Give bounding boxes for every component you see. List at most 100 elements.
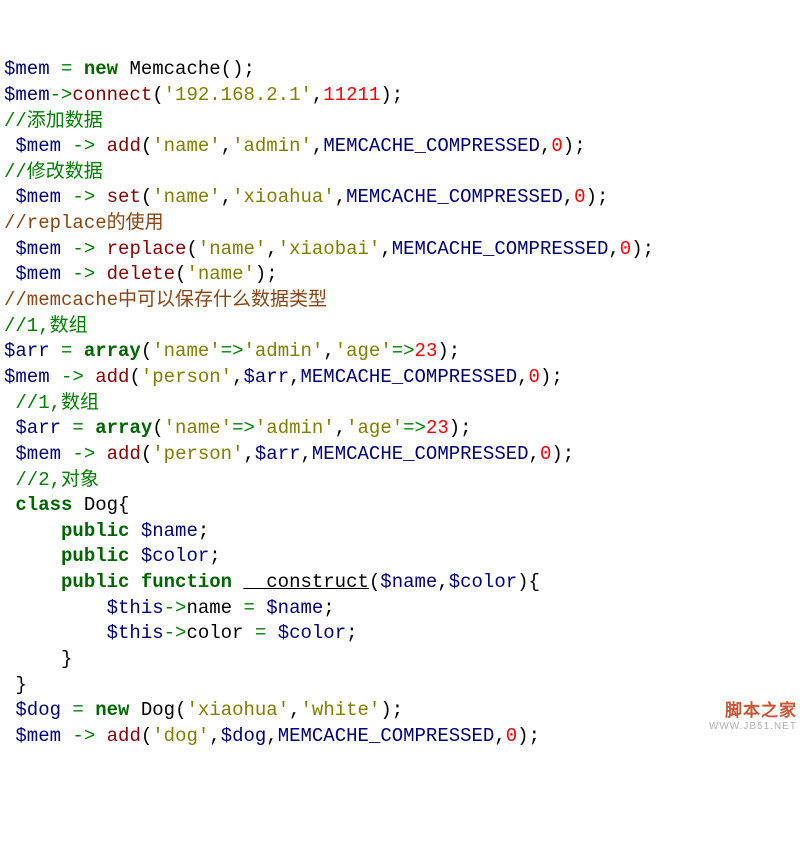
- string: 'name': [186, 263, 254, 285]
- comma: ,: [312, 135, 323, 157]
- paren: ): [437, 340, 448, 362]
- brace: {: [118, 494, 129, 516]
- comma: ,: [232, 366, 243, 388]
- comment: //2,对象: [15, 469, 99, 491]
- code-line: $mem -> set('name','xioahua',MEMCACHE_CO…: [4, 186, 608, 208]
- paren: (: [175, 263, 186, 285]
- code-block: $mem = new Memcache(); $mem->connect('19…: [4, 57, 803, 749]
- string: 'person': [152, 443, 243, 465]
- comma: ,: [289, 699, 300, 721]
- number: 23: [415, 340, 438, 362]
- semicolon: ;: [198, 520, 209, 542]
- arrow-op: ->: [72, 135, 95, 157]
- variable: $mem: [4, 84, 50, 106]
- semicolon: ;: [209, 545, 220, 567]
- paren: ): [551, 443, 562, 465]
- string: 'admin': [243, 340, 323, 362]
- code-line: $dog = new Dog('xiaohua','white');: [4, 699, 403, 721]
- number: 0: [506, 725, 517, 747]
- keyword: public: [61, 545, 129, 567]
- constant: MEMCACHE_COMPRESSED: [312, 443, 529, 465]
- string: 'name': [152, 135, 220, 157]
- paren: (: [221, 58, 232, 80]
- class-name: Dog: [84, 494, 118, 516]
- keyword: new: [95, 699, 129, 721]
- comma: ,: [529, 443, 540, 465]
- variable: $arr: [243, 366, 289, 388]
- semicolon: ;: [460, 417, 471, 439]
- number: 23: [426, 417, 449, 439]
- brace: {: [529, 571, 540, 593]
- code-line: $mem -> replace('name','xiaobai',MEMCACH…: [4, 238, 654, 260]
- semicolon: ;: [392, 699, 403, 721]
- paren: (: [141, 340, 152, 362]
- variable: $name: [380, 571, 437, 593]
- code-line: //添加数据: [4, 110, 103, 132]
- method: add: [95, 366, 129, 388]
- paren: ): [517, 725, 528, 747]
- comma: ,: [266, 725, 277, 747]
- semicolon: ;: [563, 443, 574, 465]
- paren: ): [380, 84, 391, 106]
- comma: ,: [266, 238, 277, 260]
- code-line: $arr = array('name'=>'admin','age'=>23);: [4, 340, 460, 362]
- semicolon: ;: [551, 366, 562, 388]
- variable: $dog: [221, 725, 267, 747]
- comma: ,: [312, 84, 323, 106]
- string: '192.168.2.1': [164, 84, 312, 106]
- variable: $mem: [15, 725, 61, 747]
- code-line: $this->name = $name;: [4, 597, 335, 619]
- brace: }: [15, 674, 26, 696]
- method: delete: [107, 263, 175, 285]
- method: add: [107, 443, 141, 465]
- watermark: 脚本之家WWW.JB51.NET: [709, 702, 797, 732]
- keyword: function: [141, 571, 232, 593]
- variable: $mem: [15, 443, 61, 465]
- variable: $mem: [15, 238, 61, 260]
- paren: ): [563, 135, 574, 157]
- variable: $arr: [4, 340, 50, 362]
- variable: $arr: [255, 443, 301, 465]
- code-line: $mem -> add('dog',$dog,MEMCACHE_COMPRESS…: [4, 725, 540, 747]
- semicolon: ;: [392, 84, 403, 106]
- string: 'white': [301, 699, 381, 721]
- code-line: //2,对象: [4, 469, 99, 491]
- semicolon: ;: [323, 597, 334, 619]
- comma: ,: [335, 186, 346, 208]
- watermark-title: 脚本之家: [709, 702, 797, 721]
- constant: MEMCACHE_COMPRESSED: [301, 366, 518, 388]
- number: 0: [574, 186, 585, 208]
- semicolon: ;: [266, 263, 277, 285]
- comma: ,: [494, 725, 505, 747]
- arrow-op: ->: [72, 725, 95, 747]
- arrow-op: =>: [403, 417, 426, 439]
- string: 'name': [164, 417, 232, 439]
- paren: ): [232, 58, 243, 80]
- arrow-op: ->: [72, 443, 95, 465]
- paren: (: [152, 417, 163, 439]
- arrow-op: =>: [392, 340, 415, 362]
- variable: $this: [107, 622, 164, 644]
- semicolon: ;: [529, 725, 540, 747]
- string: 'dog': [152, 725, 209, 747]
- string: 'name': [198, 238, 266, 260]
- paren: ): [540, 366, 551, 388]
- comma: ,: [301, 443, 312, 465]
- code-line: class Dog{: [4, 494, 129, 516]
- semicolon: ;: [449, 340, 460, 362]
- code-line: //1,数组: [4, 315, 88, 337]
- paren: (: [141, 443, 152, 465]
- keyword: class: [15, 494, 72, 516]
- paren: (: [186, 238, 197, 260]
- method: connect: [72, 84, 152, 106]
- variable: $color: [141, 545, 209, 567]
- paren: (: [141, 186, 152, 208]
- constant: MEMCACHE_COMPRESSED: [392, 238, 609, 260]
- comment: //1,数组: [15, 392, 99, 414]
- comma: ,: [517, 366, 528, 388]
- method: set: [107, 186, 141, 208]
- paren: ): [255, 263, 266, 285]
- comment: //replace的使用: [4, 212, 164, 234]
- arrow-op: ->: [164, 622, 187, 644]
- variable: $mem: [4, 366, 50, 388]
